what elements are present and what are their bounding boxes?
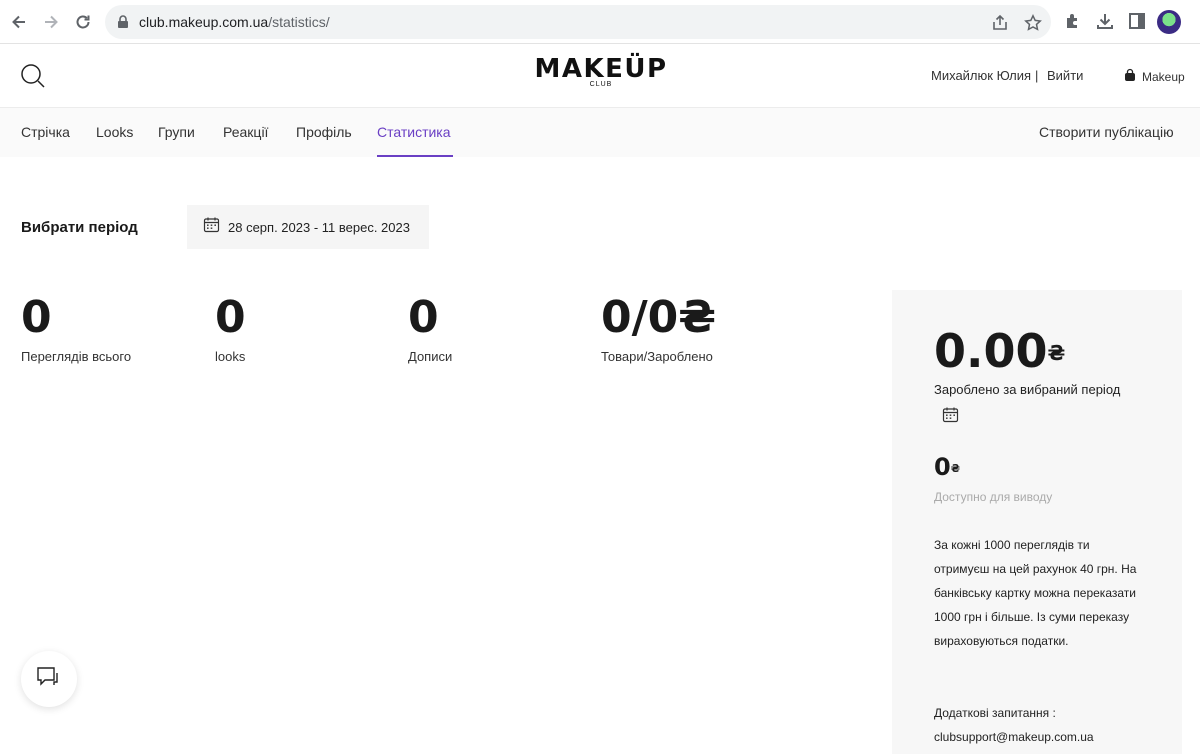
- logo-brand: MAKEÜP: [534, 54, 668, 84]
- url-text: club.makeup.com.ua/statistics/: [139, 14, 330, 30]
- extensions-icon[interactable]: [1063, 11, 1085, 33]
- tab-groups[interactable]: Групи: [158, 124, 195, 140]
- makeup-shop-link[interactable]: Makeup: [1124, 68, 1185, 85]
- url-path: /statistics/: [268, 14, 330, 30]
- currency-sign: ₴: [1047, 341, 1066, 365]
- url-domain: club.makeup.com.ua: [139, 14, 269, 30]
- logout-link[interactable]: Вийти: [1047, 68, 1083, 83]
- period-value: 28 серп. 2023 - 11 верес. 2023: [228, 219, 410, 235]
- forward-icon[interactable]: [39, 10, 63, 34]
- stat-value: 0: [215, 292, 246, 343]
- available-value: 0: [934, 453, 951, 481]
- back-icon[interactable]: [7, 10, 31, 34]
- active-tab-indicator: [377, 155, 453, 157]
- tab-feed[interactable]: Стрічка: [21, 124, 70, 140]
- calendar-icon: [203, 216, 220, 238]
- user-name[interactable]: Михайлюк Юлия: [931, 68, 1031, 83]
- stat-looks: 0 looks: [215, 292, 246, 365]
- share-icon[interactable]: [991, 14, 1009, 32]
- support-info: Додаткові запитання : clubsupport@makeup…: [934, 701, 1094, 749]
- stat-posts: 0 Дописи: [408, 292, 453, 365]
- earned-amount: 0.00₴: [934, 326, 1065, 376]
- browser-toolbar: club.makeup.com.ua/statistics/: [0, 0, 1200, 44]
- earnings-panel: 0.00₴ Зароблено за вибраний період 0₴ До…: [892, 290, 1182, 754]
- stat-value: 0: [408, 292, 439, 343]
- available-amount: 0₴: [934, 452, 960, 482]
- stat-label: looks: [215, 349, 246, 364]
- period-label: Вибрати період: [21, 219, 138, 236]
- bookmark-star-icon[interactable]: [1024, 14, 1042, 32]
- earned-value: 0.00: [934, 324, 1048, 378]
- available-label: Доступно для виводу: [934, 490, 1053, 504]
- stat-label: Переглядів всього: [21, 349, 132, 364]
- chat-icon: [36, 666, 62, 693]
- lock-icon: [117, 15, 129, 34]
- stat-total-views: 0 Переглядів всього: [21, 292, 132, 365]
- period-picker[interactable]: 28 серп. 2023 - 11 верес. 2023: [187, 205, 429, 249]
- support-email-link[interactable]: clubsupport@makeup.com.ua: [934, 725, 1094, 749]
- stat-label: Дописи: [408, 349, 453, 364]
- create-post-link[interactable]: Створити публікацію: [1039, 124, 1174, 140]
- address-bar[interactable]: club.makeup.com.ua/statistics/: [105, 5, 1051, 39]
- tab-statistics[interactable]: Статистика: [377, 124, 451, 140]
- shop-label: Makeup: [1142, 69, 1185, 84]
- site-logo[interactable]: MAKEÜP CLUB: [525, 54, 677, 88]
- stat-value: 0: [21, 292, 52, 343]
- calendar-icon[interactable]: [942, 406, 959, 428]
- reload-icon[interactable]: [71, 10, 95, 34]
- stat-value: 0/0₴: [601, 292, 717, 343]
- earned-label: Зароблено за вибраний період: [934, 382, 1121, 397]
- profile-avatar[interactable]: [1157, 10, 1181, 34]
- stat-label: Товари/Зароблено: [601, 349, 713, 364]
- tab-profile[interactable]: Профіль: [296, 124, 352, 140]
- search-icon[interactable]: [20, 63, 46, 94]
- profile-tabs: Стрічка Looks Групи Реакції Профіль Стат…: [0, 108, 1200, 157]
- tab-looks[interactable]: Looks: [96, 124, 133, 140]
- earnings-info-text: За кожні 1000 переглядів ти отримуєш на …: [934, 538, 1137, 648]
- stat-products-earned: 0/0₴ Товари/Зароблено: [601, 292, 717, 365]
- side-panel-icon[interactable]: [1127, 11, 1149, 33]
- tab-reactions[interactable]: Реакції: [223, 124, 268, 140]
- extra-questions-label: Додаткові запитання :: [934, 706, 1056, 720]
- download-icon[interactable]: [1095, 11, 1117, 33]
- site-header: MAKEÜP CLUB Михайлюк Юлия | Вийти Makeup: [0, 44, 1200, 108]
- chat-button[interactable]: [21, 651, 77, 707]
- currency-sign: ₴: [950, 462, 960, 475]
- shopping-bag-icon: [1124, 68, 1136, 85]
- header-separator: |: [1035, 68, 1039, 83]
